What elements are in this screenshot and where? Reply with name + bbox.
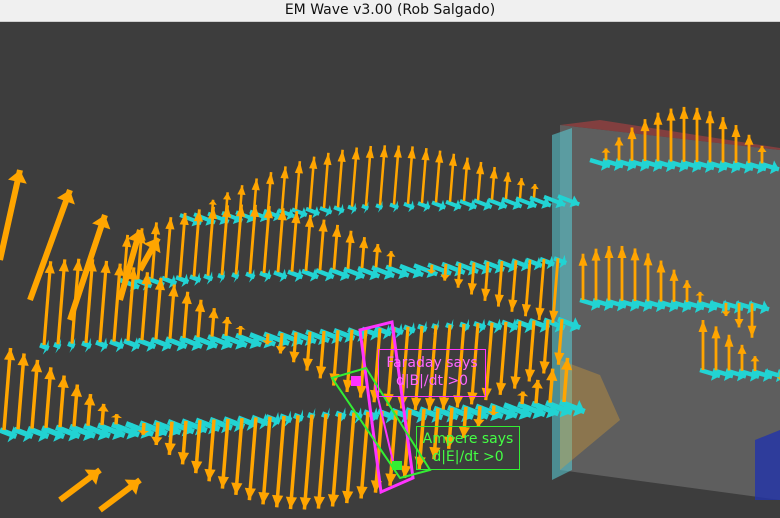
ampere-label-line2: d|E|/dt >0 [432, 449, 504, 465]
app-window: EM Wave v3.00 (Rob Salgado) Faraday says… [0, 0, 780, 518]
ampere-label: Ampere says d|E|/dt >0 [416, 426, 520, 470]
3d-viewport[interactable] [0, 22, 780, 518]
window-title: EM Wave v3.00 (Rob Salgado) [284, 2, 496, 18]
faraday-label-line1: Faraday says [386, 355, 478, 371]
boundary-box [552, 120, 780, 500]
faraday-label-line2: d|B|/dt >0 [395, 373, 469, 389]
ampere-label-line1: Ampere says [422, 431, 514, 447]
title-bar[interactable]: EM Wave v3.00 (Rob Salgado) [0, 0, 780, 22]
faraday-label: Faraday says d|B|/dt >0 [378, 349, 486, 397]
